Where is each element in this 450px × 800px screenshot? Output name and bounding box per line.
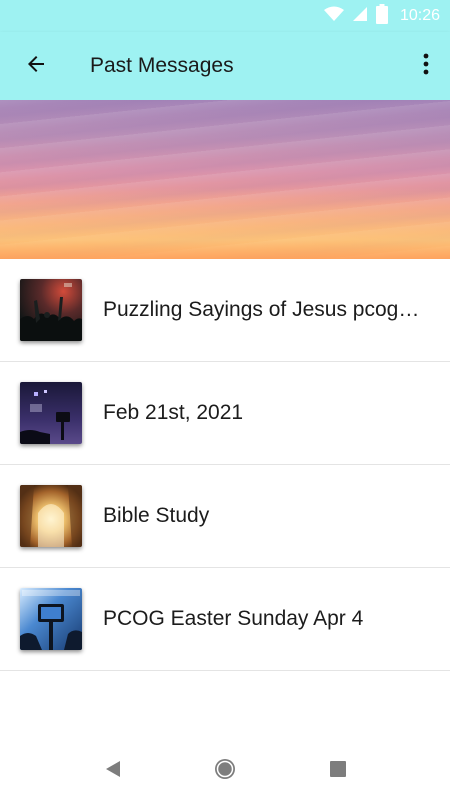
cell-signal-icon <box>352 6 368 27</box>
camera-recording-thumbnail <box>20 588 82 650</box>
list-item[interactable]: PCOG Easter Sunday Apr 4 <box>0 568 450 671</box>
empty-tomb-thumbnail <box>20 485 82 547</box>
home-circle-icon <box>213 757 237 786</box>
concert-worship-thumbnail <box>20 279 82 341</box>
list-item[interactable]: Puzzling Sayings of Jesus pcog… <box>0 259 450 362</box>
status-icons: 10:26 <box>323 0 440 32</box>
overflow-menu-button[interactable] <box>406 42 446 90</box>
recents-square-icon <box>330 760 346 782</box>
arrow-back-icon <box>24 52 48 81</box>
nav-home-button[interactable] <box>205 751 245 791</box>
wifi-icon <box>323 6 344 27</box>
nav-recents-button[interactable] <box>318 751 358 791</box>
header-banner-image <box>0 100 450 259</box>
nav-back-button[interactable] <box>93 751 133 791</box>
app-bar: Past Messages <box>0 32 450 100</box>
back-triangle-icon <box>105 760 121 783</box>
message-title: PCOG Easter Sunday Apr 4 <box>103 607 364 630</box>
status-bar: 10:26 <box>0 0 450 32</box>
message-title: Feb 21st, 2021 <box>103 401 244 424</box>
battery-icon <box>375 3 388 29</box>
system-navigation-bar <box>0 742 450 800</box>
list-item[interactable]: Bible Study <box>0 465 450 568</box>
status-time: 10:26 <box>399 7 440 24</box>
message-title: Puzzling Sayings of Jesus pcog… <box>103 298 420 321</box>
messages-list: Puzzling Sayings of Jesus pcog… Feb 21st… <box>0 259 450 671</box>
message-title: Bible Study <box>103 504 210 527</box>
more-vert-icon <box>423 53 429 80</box>
back-button[interactable] <box>12 42 60 90</box>
stage-camera-thumbnail <box>20 382 82 444</box>
list-item[interactable]: Feb 21st, 2021 <box>0 362 450 465</box>
page-title: Past Messages <box>90 54 234 77</box>
